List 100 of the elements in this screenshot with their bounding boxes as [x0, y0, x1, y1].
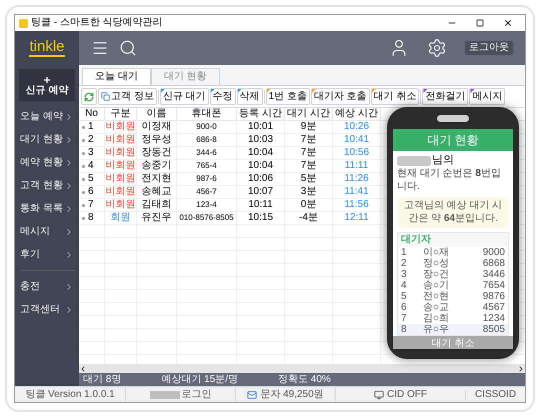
mail-icon — [247, 390, 258, 400]
table-cell: 4 — [88, 161, 94, 171]
maximize-icon[interactable] — [476, 19, 484, 27]
table-cell: 비회원 — [106, 122, 136, 132]
table-cell: 10:01 — [248, 122, 274, 132]
logout-button[interactable]: 로그아웃 — [465, 41, 513, 55]
app-logo-icon — [19, 18, 28, 28]
new-reservation-button[interactable]: + 신규 예약 — [19, 69, 75, 101]
table-cell: 비회원 — [106, 161, 136, 171]
table-cell: 송혜교 — [142, 187, 172, 197]
wait-notice: 고객님의 예상 대기 시간은 약 64분입니다. — [397, 197, 509, 228]
menu-icon[interactable] — [91, 39, 109, 57]
settings-icon[interactable] — [427, 38, 447, 58]
table-cell: 10:07 — [248, 187, 274, 197]
phone-digits: 4567 — [482, 302, 505, 312]
name-suffix-text: 님의 — [432, 155, 454, 166]
phone-digits: 3446 — [482, 270, 505, 280]
sidebar-item[interactable]: 예약 현황 — [15, 151, 79, 174]
sidebar-item[interactable]: 오늘 예약 — [15, 105, 79, 128]
table-cell: 정우성 — [142, 135, 172, 145]
tab[interactable]: 오늘 대기 — [82, 68, 151, 85]
summary-text: 예상대기 15분/명 — [161, 374, 238, 384]
table-cell: 전지현 — [142, 174, 172, 184]
table-cell: 9분 — [300, 122, 316, 132]
row-number: 8 — [401, 324, 408, 334]
app-logo: tinkle — [29, 39, 65, 57]
sms-balance-text: 문자 49,250원 — [260, 390, 324, 400]
toolbar-button[interactable]: 전화걸기 — [422, 88, 468, 105]
table-cell: 10:56 — [344, 148, 370, 158]
table-cell: 5분 — [300, 174, 316, 184]
customer-info-button[interactable]: 고객 정보 — [98, 88, 157, 105]
toolbar-button[interactable]: 메시지 — [469, 88, 506, 105]
toolbar-button[interactable]: 삭제 — [236, 88, 263, 105]
table-cell: 7분 — [300, 135, 316, 145]
table-cell: 10:06 — [248, 174, 274, 184]
waiting-list-row[interactable]: 4 송○기 7654 — [398, 280, 508, 291]
table-cell: 123-4 — [196, 201, 217, 209]
phone-speaker-icon — [437, 115, 469, 122]
horizontal-scrollbar[interactable] — [79, 364, 525, 373]
table-cell: 10:04 — [248, 161, 274, 171]
row-number: 1 — [401, 248, 408, 258]
row-number: 7 — [401, 314, 408, 324]
table-cell: 10:03 — [248, 135, 274, 145]
login-text: 로그인 — [182, 390, 212, 400]
waiting-list-row[interactable]: 8 유○우 8505 — [398, 324, 508, 335]
refresh-button[interactable] — [81, 88, 97, 105]
masked-name: 유○우 — [423, 324, 450, 334]
toolbar-button[interactable]: 대기 취소 — [370, 88, 420, 105]
toolbar-button[interactable]: 신규 대기 — [160, 88, 209, 105]
search-icon[interactable] — [119, 39, 137, 57]
table-cell: 12:11 — [344, 213, 369, 223]
summary-text: 정확도 40% — [278, 374, 331, 384]
row-number: 2 — [401, 258, 408, 268]
table-cell: 2 — [88, 135, 94, 145]
table-cell: 5 — [88, 174, 94, 184]
table-cell: 1 — [88, 122, 94, 132]
masked-name: 송○기 — [423, 280, 450, 290]
table-cell: 11:41 — [344, 187, 369, 197]
phone-digits: 7654 — [482, 280, 505, 290]
table-cell: 456-7 — [196, 188, 217, 196]
table-cell: 344-6 — [196, 149, 217, 157]
table-cell: 3 — [88, 148, 94, 158]
table-cell: 10:26 — [344, 122, 370, 132]
close-icon[interactable] — [503, 18, 513, 28]
masked-name: 정○성 — [423, 258, 450, 268]
sidebar-item[interactable]: 충전 — [15, 275, 79, 298]
scroll-left-icon[interactable] — [79, 364, 87, 372]
toolbar-button[interactable]: 1번 호출 — [266, 88, 310, 105]
table-cell: 비회원 — [106, 200, 136, 210]
column-header: No — [79, 108, 105, 120]
sidebar-item[interactable]: 고객센터 — [15, 298, 79, 321]
row-number: 3 — [401, 270, 408, 280]
table-cell: 비회원 — [106, 174, 136, 184]
table-cell: 3분 — [300, 187, 316, 197]
masked-name: 장○건 — [423, 270, 450, 280]
column-header: 휴대폰 — [177, 108, 237, 120]
sidebar-item[interactable]: 대기 현황 — [15, 128, 79, 151]
sidebar-item[interactable]: 후기 — [15, 243, 79, 266]
list-title: 대기자 — [398, 233, 508, 247]
row-number: 6 — [401, 302, 408, 312]
table-cell: 10:41 — [344, 135, 370, 145]
table-cell: 비회원 — [106, 135, 136, 145]
refresh-icon — [84, 92, 94, 102]
brand-text: CISSOID — [465, 390, 525, 400]
sidebar-item[interactable]: 통화 목록 — [15, 197, 79, 220]
column-header: 예상 시간 — [333, 108, 381, 120]
table-cell: 10:04 — [248, 148, 274, 158]
toolbar-button[interactable]: 수정 — [210, 88, 236, 105]
blurred-name — [397, 156, 431, 166]
sidebar-item[interactable]: 고객 현황 — [15, 174, 79, 197]
toolbar-button[interactable]: 대기자 호출 — [310, 88, 370, 105]
summary-text: 대기 8명 — [83, 374, 122, 384]
phone-digits: 6868 — [482, 258, 505, 268]
table-cell: 11:56 — [344, 200, 369, 210]
queue-order-text: 현재 대기 순번은 8번입니다. — [397, 168, 502, 193]
sidebar-item[interactable]: 메시지 — [15, 220, 79, 243]
scroll-right-icon[interactable] — [517, 364, 525, 372]
version-text: 팅클 Version 1.0.0.1 — [24, 390, 116, 400]
table-cell: -4분 — [299, 213, 318, 223]
table-cell: 회원 — [110, 213, 130, 223]
